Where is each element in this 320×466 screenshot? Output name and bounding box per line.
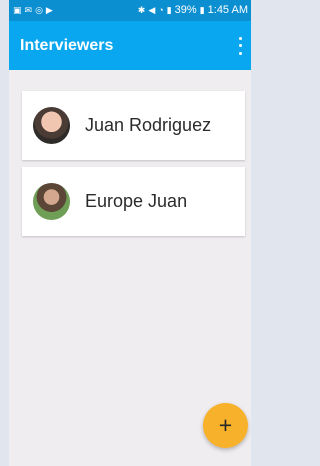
avatar	[33, 107, 70, 144]
interviewer-name: Europe Juan	[85, 191, 188, 211]
bluetooth-icon: ✱	[137, 5, 146, 15]
gallery-icon: ▣	[13, 5, 22, 15]
status-right-icons: ✱ ◀ ◔ ▮ 39% ▮ 1:45 AM	[138, 5, 248, 16]
battery-percent: 39%	[174, 4, 197, 16]
list-item[interactable]: Juan Rodriguez	[22, 91, 245, 160]
add-button[interactable]: +	[203, 403, 248, 448]
battery-icon: ▮	[199, 5, 205, 15]
mute-icon: ◀	[148, 5, 156, 15]
app-bar: Interviewers	[9, 21, 251, 70]
whatsapp-icon: ◎	[35, 5, 43, 15]
play-icon: ▶	[45, 5, 53, 15]
page-title: Interviewers	[20, 36, 114, 54]
clock-time: 1:45 AM	[207, 4, 248, 16]
status-left-icons: ▣ ✉ ◎ ▶	[13, 6, 53, 15]
avatar	[33, 183, 70, 220]
signal-icon: ▮	[166, 5, 172, 15]
phone-screen: ▣ ✉ ◎ ▶ ✱ ◀ ◔ ▮ 39% ▮ 1:45 AM Interviewe…	[9, 0, 251, 466]
status-bar: ▣ ✉ ◎ ▶ ✱ ◀ ◔ ▮ 39% ▮ 1:45 AM	[9, 0, 251, 21]
list-item[interactable]: Europe Juan	[22, 167, 245, 236]
interviewer-list: Juan Rodriguez Europe Juan	[22, 91, 245, 243]
interviewer-name: Juan Rodriguez	[85, 115, 212, 135]
message-icon: ✉	[24, 5, 33, 15]
wifi-icon: ◔	[158, 5, 164, 15]
more-vert-icon[interactable]	[234, 36, 246, 55]
